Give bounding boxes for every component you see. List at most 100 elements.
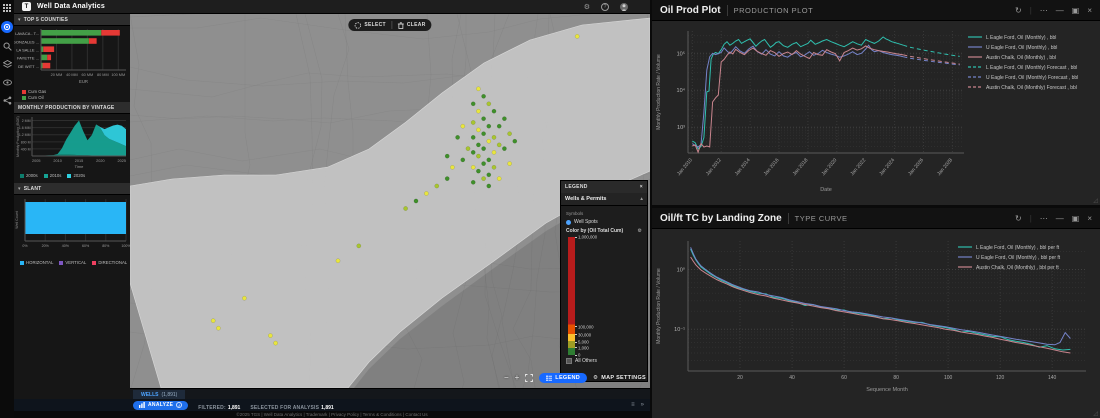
map[interactable]: SELECT CLEAR LEGEND × Wells & Permits ▴ … bbox=[130, 14, 650, 388]
svg-text:GONZALES ...: GONZALES ... bbox=[14, 39, 39, 44]
expand-icon[interactable]: ▣ bbox=[1072, 6, 1080, 15]
more-icon[interactable]: ⋯ bbox=[1040, 6, 1048, 15]
svg-text:Time: Time bbox=[75, 164, 85, 169]
collapse-icon[interactable]: » bbox=[641, 402, 644, 408]
history-icon[interactable]: ↻ bbox=[1015, 6, 1022, 15]
footer-links[interactable]: ©2025 TGS | Well Data Analytics | Tradem… bbox=[236, 412, 427, 417]
section-title: TOP 5 COUNTIES bbox=[24, 17, 68, 23]
settings-gear-icon[interactable]: ⚙ bbox=[584, 3, 590, 11]
legend-item[interactable]: 2000s bbox=[20, 173, 38, 178]
close-icon[interactable]: × bbox=[1087, 6, 1092, 15]
resize-handle[interactable]: ◿ bbox=[1093, 197, 1098, 204]
svg-text:Jan 2022: Jan 2022 bbox=[849, 157, 867, 177]
svg-text:10⁴: 10⁴ bbox=[677, 87, 686, 94]
close-icon[interactable]: × bbox=[1087, 214, 1092, 223]
svg-text:Jan 2024: Jan 2024 bbox=[878, 157, 896, 177]
trash-icon bbox=[397, 22, 404, 29]
svg-text:U Eagle Ford, Oil (Monthly) Fo: U Eagle Ford, Oil (Monthly) Forecast , b… bbox=[986, 75, 1078, 81]
map-settings-button[interactable]: ⚙ MAP SETTINGS bbox=[593, 375, 646, 381]
divider bbox=[727, 5, 728, 16]
search-icon[interactable] bbox=[3, 42, 12, 51]
svg-text:U Eagle Ford, Oil (Monthly) ,: U Eagle Ford, Oil (Monthly) , bbl per ft bbox=[976, 255, 1061, 261]
more-icon[interactable]: ⋯ bbox=[1040, 214, 1048, 223]
apps-grid-icon[interactable] bbox=[3, 3, 12, 12]
svg-text:20: 20 bbox=[737, 375, 743, 381]
chart-bars-icon bbox=[139, 402, 145, 408]
ramp-scale-label: 5,000 bbox=[578, 340, 589, 345]
svg-text:U Eagle Ford, Oil (Monthly) ,: U Eagle Ford, Oil (Monthly) , bbl bbox=[986, 45, 1057, 51]
checkbox-icon[interactable] bbox=[566, 358, 572, 364]
svg-text:20%: 20% bbox=[42, 244, 50, 248]
all-others-row[interactable]: All Others bbox=[566, 358, 642, 364]
minimize-icon[interactable]: — bbox=[1056, 6, 1064, 15]
help-icon[interactable]: ? bbox=[601, 3, 609, 11]
tgs-logo: T bbox=[22, 2, 31, 11]
resize-handle[interactable]: ◿ bbox=[1093, 410, 1098, 417]
divider bbox=[788, 213, 789, 224]
svg-text:60: 60 bbox=[841, 375, 847, 381]
visibility-icon[interactable] bbox=[3, 78, 12, 87]
fullscreen-icon[interactable] bbox=[525, 374, 533, 382]
svg-text:60 MM: 60 MM bbox=[82, 73, 94, 77]
user-avatar-icon[interactable] bbox=[620, 3, 628, 11]
legend-item[interactable]: 2010s bbox=[44, 173, 62, 178]
legend-item[interactable]: VERTICAL bbox=[59, 260, 86, 265]
svg-text:Jan 2012: Jan 2012 bbox=[705, 157, 723, 177]
left-icon-rail bbox=[0, 0, 14, 418]
clear-button[interactable]: CLEAR bbox=[397, 22, 426, 29]
gear-icon[interactable]: ⚙ bbox=[638, 228, 642, 234]
layers-icon[interactable] bbox=[3, 60, 12, 69]
svg-text:Jan 2018: Jan 2018 bbox=[792, 157, 810, 177]
map-controls: − + LEGEND ⚙ MAP SETTINGS bbox=[504, 373, 646, 383]
divider: | bbox=[1030, 6, 1032, 15]
svg-text:10⁰: 10⁰ bbox=[677, 267, 686, 274]
share-icon[interactable] bbox=[3, 96, 12, 105]
vintage-production-chart: 400 M800 M1.2 MM1.6 MM2 MM20052010201520… bbox=[14, 114, 130, 172]
zoom-in-button[interactable]: + bbox=[515, 374, 520, 382]
production-panel-header[interactable]: Oil Prod Plot PRODUCTION PLOT ↻ | ⋯ — ▣ × bbox=[652, 0, 1100, 21]
expand-icon[interactable]: ▣ bbox=[1072, 214, 1080, 223]
top5-counties-chart: 20 MM40 MM60 MM80 MM100 MMLAVACA - T...G… bbox=[14, 26, 130, 88]
color-by-row: Color by (Oil Total Cum) ⚙ bbox=[566, 228, 642, 234]
panel-subtitle: PRODUCTION PLOT bbox=[734, 6, 814, 15]
svg-text:100%: 100% bbox=[121, 244, 130, 248]
analyze-button[interactable]: ANALYZE i bbox=[133, 401, 188, 410]
ramp-scale-label: 1,000,000 bbox=[578, 235, 597, 240]
collapse-icon[interactable]: ▴ bbox=[640, 196, 643, 202]
legend-button[interactable]: LEGEND bbox=[539, 373, 587, 383]
select-button[interactable]: SELECT bbox=[354, 22, 386, 29]
legend-item[interactable]: Cum Gas bbox=[22, 89, 130, 94]
legend-item[interactable]: Cum Oil bbox=[22, 95, 130, 100]
wells-dashboard-icon[interactable] bbox=[1, 21, 13, 33]
analyze-bar-actions: ≡» bbox=[631, 402, 644, 408]
svg-text:0%: 0% bbox=[22, 244, 28, 248]
svg-text:10⁻¹: 10⁻¹ bbox=[674, 327, 685, 333]
svg-text:80: 80 bbox=[893, 375, 899, 381]
section-title: MONTHLY PRODUCTION BY VINTAGE bbox=[18, 105, 114, 111]
legend-item[interactable]: HORIZONTAL bbox=[20, 260, 53, 265]
svg-text:2 MM: 2 MM bbox=[22, 119, 31, 123]
chevron-down-icon: ▾ bbox=[18, 17, 21, 23]
lasso-select-icon bbox=[354, 22, 361, 29]
svg-text:L Eagle Ford, Oil (Monthly) Fo: L Eagle Ford, Oil (Monthly) Forecast , b… bbox=[986, 65, 1077, 71]
minimize-icon[interactable]: — bbox=[1056, 214, 1064, 223]
panel-subtitle: TYPE CURVE bbox=[795, 214, 848, 223]
type-curve-panel: Oil/ft TC by Landing Zone TYPE CURVE ↻|⋯… bbox=[652, 208, 1100, 418]
section-header-vintage[interactable]: MONTHLY PRODUCTION BY VINTAGE bbox=[14, 102, 130, 114]
svg-text:100 MM: 100 MM bbox=[111, 73, 125, 77]
legend-item[interactable]: 2020s bbox=[67, 173, 85, 178]
close-icon[interactable]: × bbox=[640, 184, 643, 190]
section-header-slant[interactable]: ▾ SLANT bbox=[14, 183, 130, 195]
color-ramp: 1,000,000100,00030,0005,0001,0000 bbox=[568, 237, 642, 355]
legend-panel-title: LEGEND bbox=[565, 184, 588, 190]
svg-text:L Eagle Ford, Oil (Monthly) ,: L Eagle Ford, Oil (Monthly) , bbl per ft bbox=[976, 245, 1060, 251]
panel-title: Oil Prod Plot bbox=[660, 5, 721, 16]
slant-legend: HORIZONTAL VERTICAL DIRECTIONAL bbox=[14, 259, 130, 267]
svg-text:Monthly Production (BOE): Monthly Production (BOE) bbox=[16, 116, 20, 157]
history-icon[interactable]: ↻ bbox=[1015, 214, 1022, 223]
legend-item[interactable]: DIRECTIONAL bbox=[92, 260, 127, 265]
section-header-top5-counties[interactable]: ▾ TOP 5 COUNTIES bbox=[14, 14, 130, 26]
zoom-out-button[interactable]: − bbox=[504, 374, 509, 382]
menu-icon[interactable]: ≡ bbox=[631, 402, 635, 408]
typecurve-panel-header[interactable]: Oil/ft TC by Landing Zone TYPE CURVE ↻|⋯… bbox=[652, 208, 1100, 229]
